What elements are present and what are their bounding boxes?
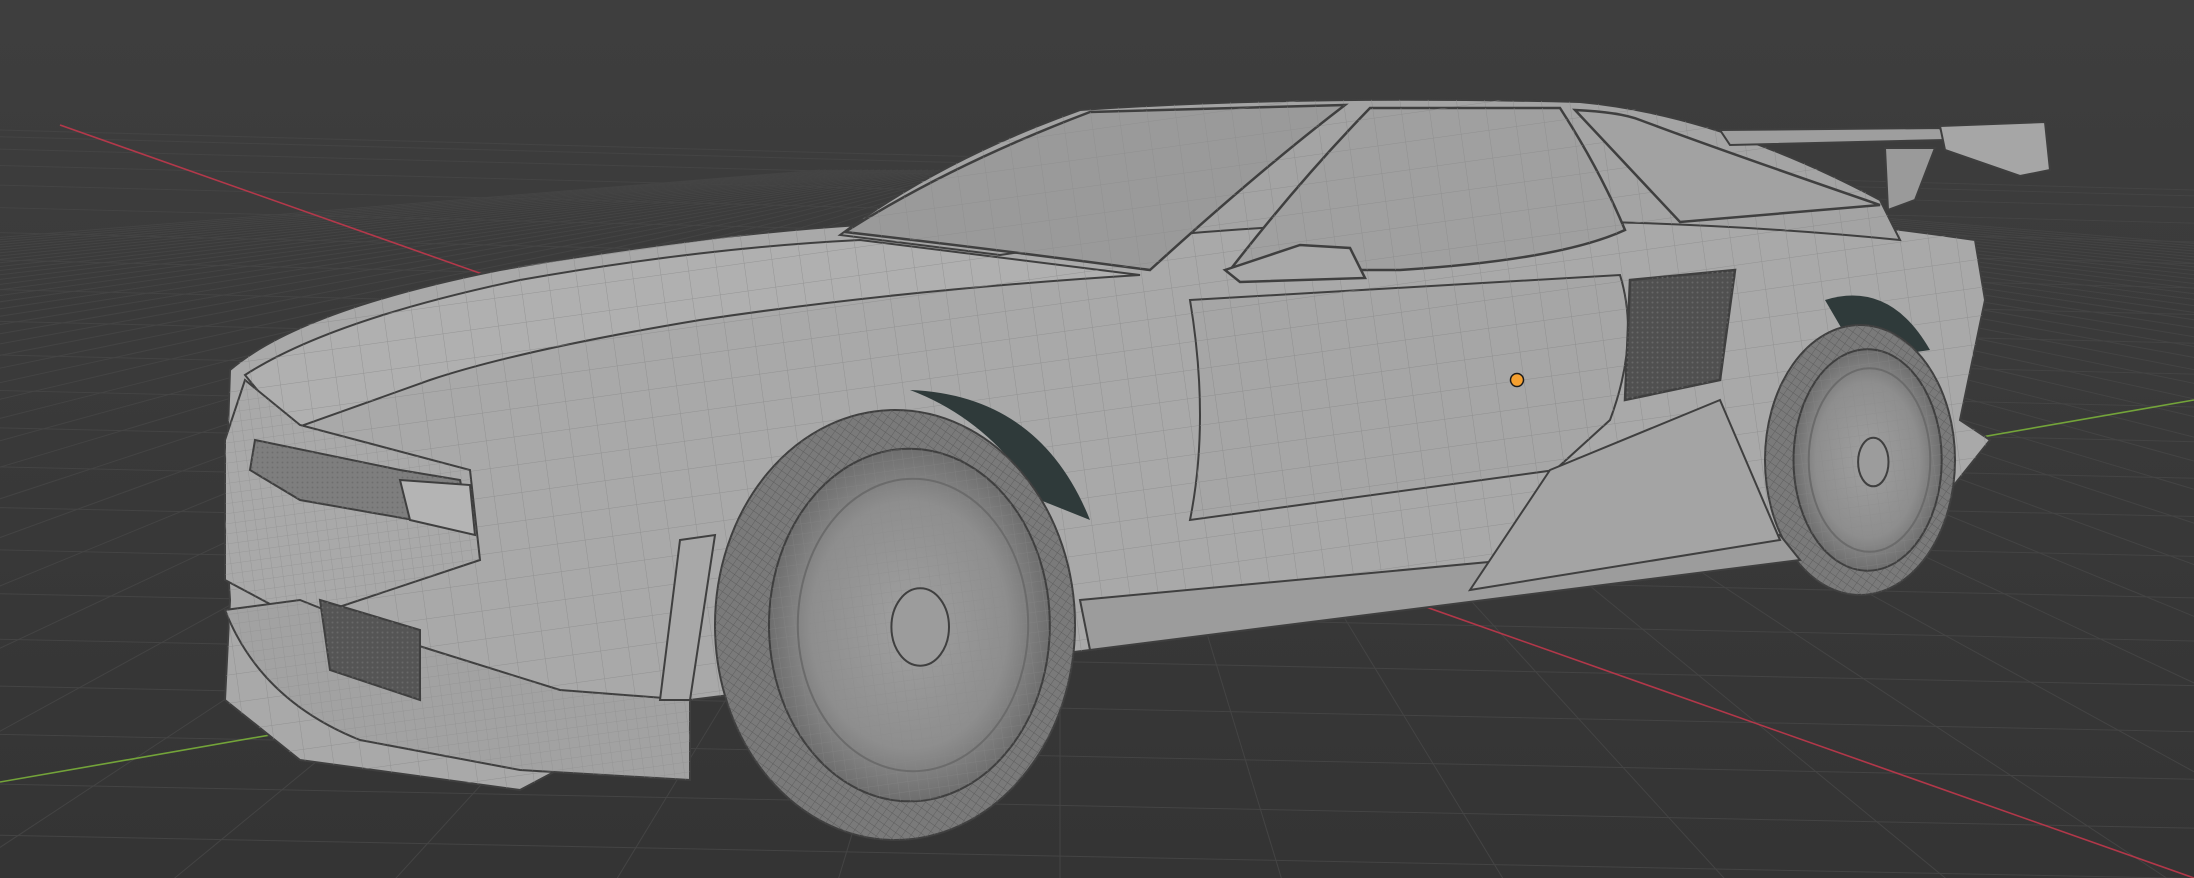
grid-line xyxy=(0,834,2194,878)
grid-line xyxy=(0,783,2194,829)
3d-viewport[interactable] xyxy=(0,0,2194,878)
spoiler-wing xyxy=(1718,126,1947,147)
object-origin-icon[interactable] xyxy=(1509,372,1525,388)
origin-dot xyxy=(1509,372,1525,388)
front-wheel xyxy=(714,409,1076,841)
hub xyxy=(890,587,951,667)
spoiler-endplate xyxy=(1938,120,2052,178)
car-mesh[interactable] xyxy=(223,98,2052,841)
hub xyxy=(1857,436,1890,488)
viewport-canvas[interactable] xyxy=(0,0,2194,878)
